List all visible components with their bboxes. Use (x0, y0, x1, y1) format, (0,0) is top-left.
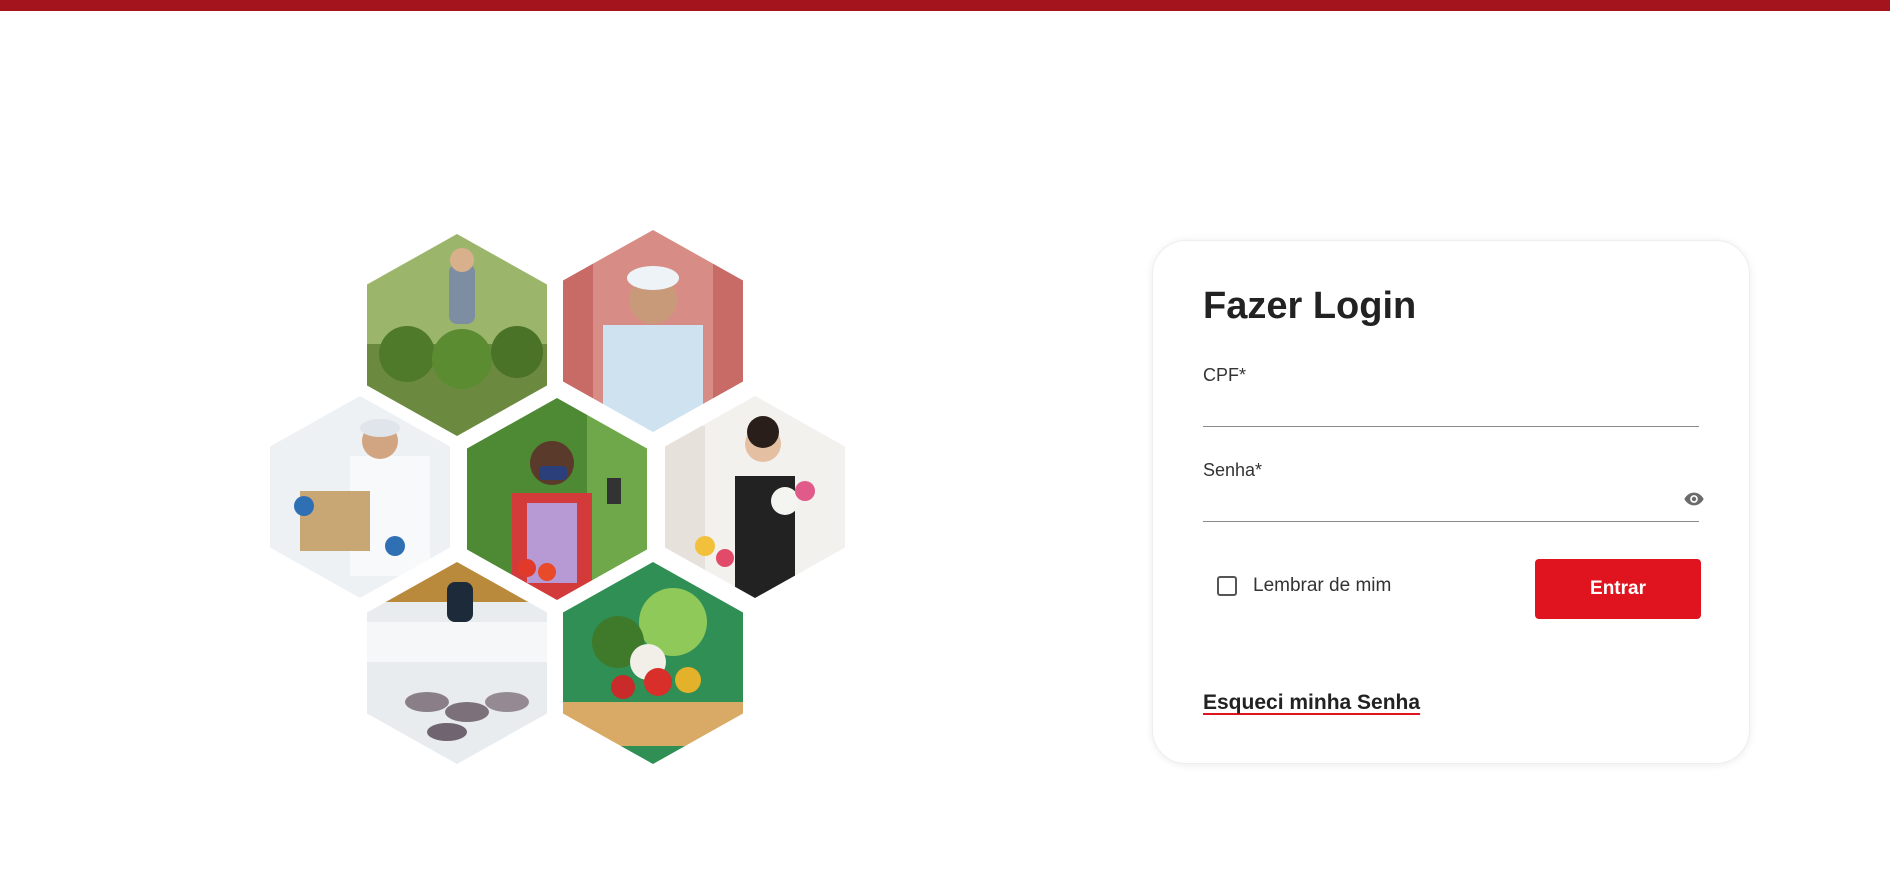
eye-icon[interactable] (1683, 488, 1705, 510)
forgot-password-link[interactable]: Esqueci minha Senha (1203, 691, 1420, 715)
cpf-label: CPF* (1203, 365, 1247, 385)
hex-photo-fish-market (367, 562, 547, 764)
login-card: Fazer Login CPF* Senha* Lembrar de mim E… (1152, 240, 1750, 764)
password-label: Senha* (1203, 460, 1263, 480)
remember-me-label: Lembrar de mim (1253, 575, 1392, 596)
cpf-input[interactable] (1203, 393, 1699, 427)
login-title: Fazer Login (1203, 285, 1417, 327)
hex-photo-packer (270, 396, 450, 598)
login-submit-button[interactable]: Entrar (1535, 559, 1701, 619)
hex-photo-plant-nursery (367, 234, 547, 436)
remember-me-checkbox[interactable] (1217, 576, 1237, 596)
hex-photo-butcher (563, 230, 743, 432)
hero-hexagon-collage (260, 226, 860, 776)
remember-me-toggle[interactable]: Lembrar de mim (1217, 575, 1391, 597)
top-accent-bar (0, 0, 1890, 11)
hex-photo-vegetable-vendor (467, 398, 647, 600)
password-input[interactable] (1203, 488, 1699, 522)
hex-photo-florist (665, 396, 845, 598)
hex-photo-produce-crate (563, 562, 743, 764)
